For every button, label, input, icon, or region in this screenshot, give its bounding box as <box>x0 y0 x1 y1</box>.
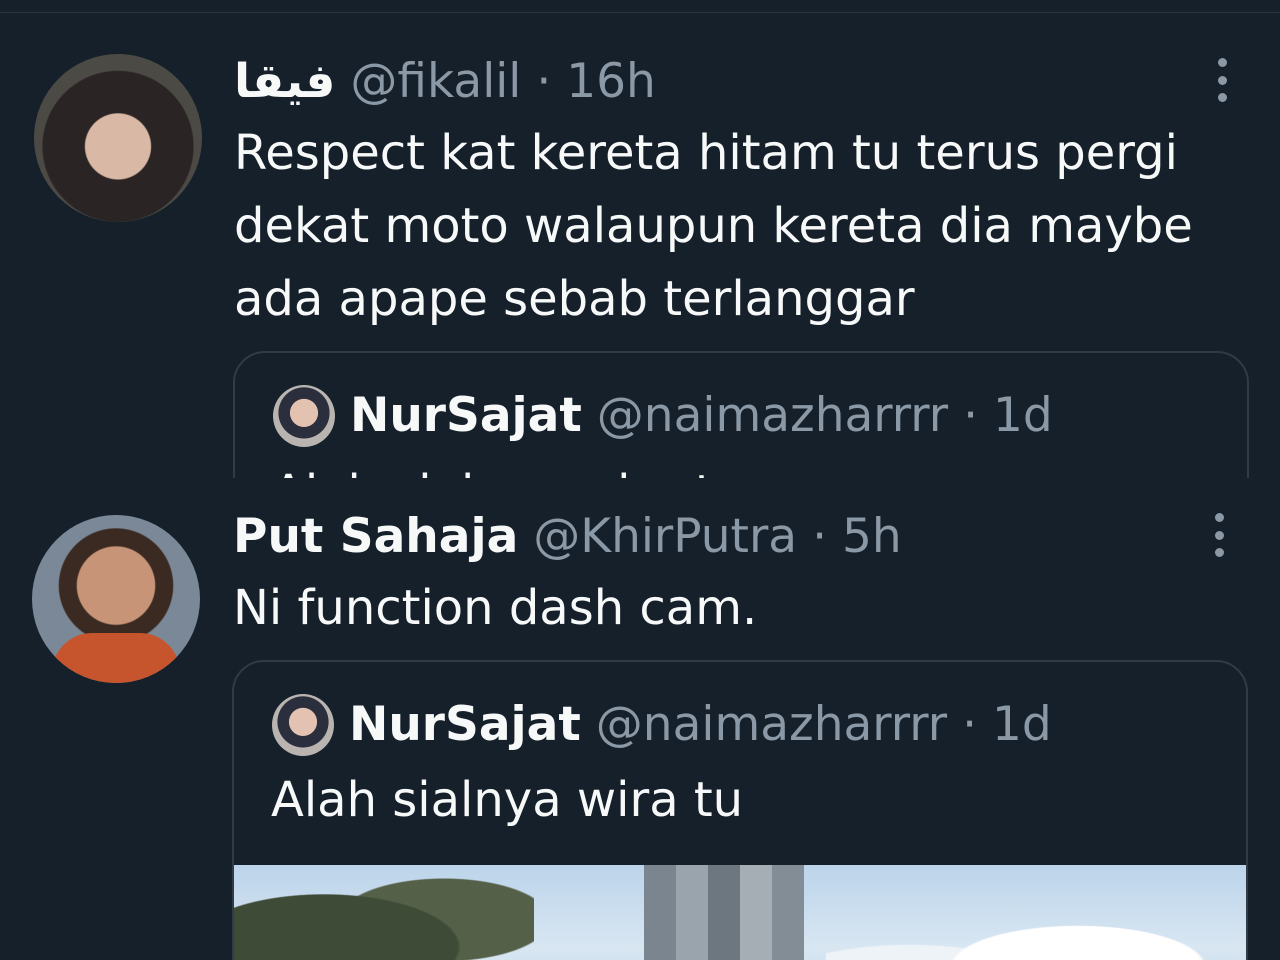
tweet-text: Ni function dash cam. <box>233 572 757 645</box>
quoted-tweet-text: Alah sialnya wira tu <box>271 772 744 828</box>
avatar[interactable] <box>273 385 335 447</box>
tweet-text-line: Respect kat kereta hitam tu terus pergi <box>234 125 1178 181</box>
avatar[interactable] <box>34 54 202 222</box>
tweet-header: Put Sahaja @KhirPutra · 5h <box>233 507 902 567</box>
handle: @naimazharrrr <box>596 388 949 443</box>
timestamp: · 1d <box>963 388 1053 443</box>
timestamp[interactable]: · 5h <box>812 509 902 564</box>
media-clouds <box>826 885 1246 960</box>
display-name[interactable]: Put Sahaja <box>233 509 518 564</box>
tweet-text-line: ada apape sebab terlanggar <box>234 271 915 327</box>
more-vertical-icon[interactable] <box>1215 58 1229 102</box>
media-trees <box>234 865 534 960</box>
avatar[interactable] <box>32 515 200 683</box>
quoted-tweet[interactable]: NurSajat @naimazharrrr · 1d Alah sialnya… <box>233 351 1249 478</box>
display-name: NurSajat <box>349 697 581 752</box>
tweet-header: فيقا @fikalil · 16h <box>234 52 656 112</box>
handle[interactable]: @KhirPutra <box>533 509 797 564</box>
quoted-tweet-media[interactable] <box>234 865 1246 960</box>
tweet[interactable]: فيقا @fikalil · 16h Respect kat kereta h… <box>0 40 1280 478</box>
quoted-tweet-header: NurSajat @naimazharrrr · 1d <box>349 695 1052 755</box>
tweet-text-line: Ni function dash cam. <box>233 580 758 636</box>
quoted-tweet[interactable]: NurSajat @naimazharrrr · 1d Alah sialnya… <box>232 660 1248 960</box>
media-building <box>644 865 804 960</box>
handle[interactable]: @fikalil <box>350 54 521 109</box>
display-name[interactable]: فيقا <box>234 54 335 109</box>
handle: @naimazharrrr <box>595 697 948 752</box>
quoted-tweet-text: Alah sialnya wira tu <box>272 463 744 478</box>
tweet-text: Respect kat kereta hitam tu terus pergi … <box>234 117 1193 336</box>
display-name: NurSajat <box>350 388 582 443</box>
avatar[interactable] <box>272 694 334 756</box>
more-vertical-icon[interactable] <box>1212 513 1226 557</box>
timestamp: · 1d <box>962 697 1052 752</box>
timestamp[interactable]: · 16h <box>536 54 655 109</box>
divider <box>0 12 1280 13</box>
tweet[interactable]: Put Sahaja @KhirPutra · 5h Ni function d… <box>0 495 1280 960</box>
quoted-tweet-header: NurSajat @naimazharrrr · 1d <box>350 386 1053 446</box>
tweet-text-line: dekat moto walaupun kereta dia maybe <box>234 198 1193 254</box>
